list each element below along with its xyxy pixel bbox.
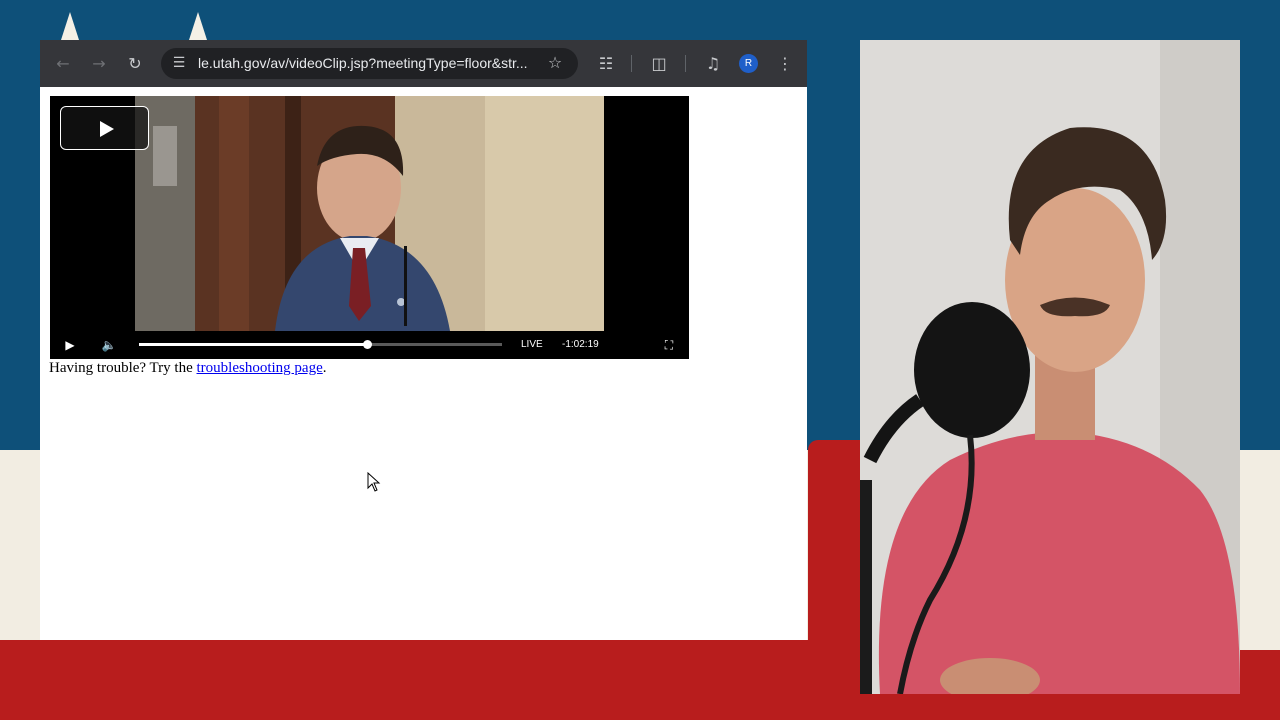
toolbar-divider [631, 55, 632, 72]
trouble-period: . [322, 360, 327, 376]
play-icon[interactable]: ▶ [60, 331, 80, 359]
kebab-menu-icon[interactable]: ⋮ [775, 54, 795, 74]
mouse-cursor-icon [367, 472, 381, 492]
back-arrow-icon[interactable]: ← [53, 54, 73, 74]
backdrop-cream-right [1236, 470, 1280, 650]
video-frame[interactable] [135, 96, 604, 331]
toolbar-divider [685, 55, 686, 72]
forward-arrow-icon[interactable]: → [89, 54, 109, 74]
browser-toolbar: ← → ↻ ☰ le.utah.gov/av/videoClip.jsp?mee… [40, 40, 807, 87]
tune-icon[interactable]: ☰ [170, 54, 188, 72]
volume-icon[interactable]: 🔈 [99, 331, 119, 359]
video-player[interactable]: ▶ 🔈 LIVE -1:02:19 ⛶ [50, 96, 689, 359]
webcam-image [860, 40, 1240, 694]
progress-bar[interactable] [139, 340, 502, 349]
media-control-icon[interactable]: ♫ [703, 54, 723, 74]
backdrop-red-column [808, 440, 868, 670]
time-remaining: -1:02:19 [562, 339, 599, 350]
video-still [135, 96, 604, 331]
cast-search-icon[interactable]: ◫ [649, 54, 669, 74]
big-play-button[interactable] [60, 106, 149, 150]
profile-avatar[interactable]: R [739, 54, 758, 73]
player-controls: ▶ 🔈 LIVE -1:02:19 ⛶ [50, 331, 689, 359]
url-text[interactable]: le.utah.gov/av/videoClip.jsp?meetingType… [198, 55, 538, 71]
troubleshooting-link[interactable]: troubleshooting page [197, 360, 323, 376]
puzzle-icon[interactable]: ☷ [596, 54, 616, 74]
webcam-overlay [860, 40, 1240, 694]
backdrop-mountain-peak [189, 12, 207, 40]
fullscreen-icon[interactable]: ⛶ [659, 331, 679, 359]
progress-fill [139, 343, 368, 346]
star-icon[interactable]: ☆ [545, 53, 565, 73]
play-icon [100, 121, 114, 137]
reload-icon[interactable]: ↻ [125, 54, 145, 74]
troubleshooting-message: Having trouble? Try the troubleshooting … [49, 360, 326, 377]
browser-window: ← → ↻ ☰ le.utah.gov/av/videoClip.jsp?mee… [40, 40, 807, 640]
progress-handle[interactable] [363, 340, 373, 349]
backdrop-mountain-peak [61, 12, 79, 40]
address-bar[interactable]: ☰ le.utah.gov/av/videoClip.jsp?meetingTy… [161, 48, 578, 79]
trouble-text: Having trouble? Try the [49, 360, 197, 376]
live-label[interactable]: LIVE [521, 331, 543, 359]
